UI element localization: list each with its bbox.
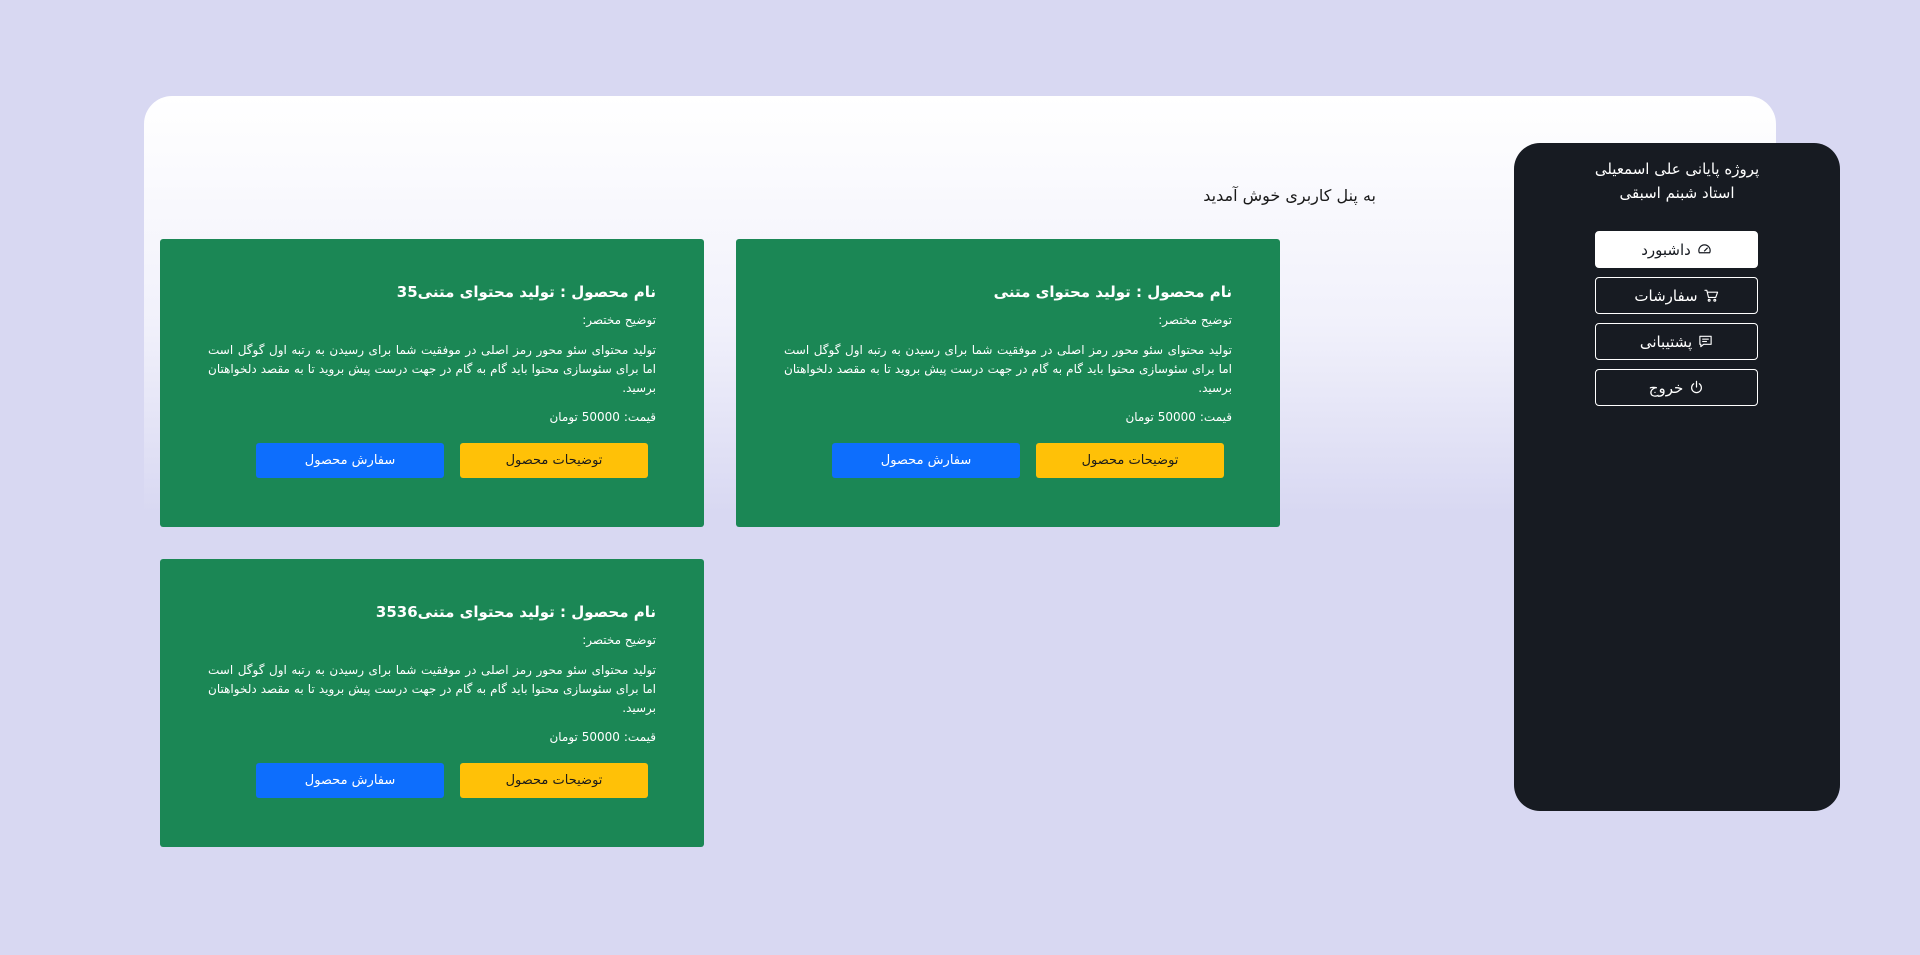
product-details-button[interactable]: توضیحات محصول bbox=[1036, 443, 1224, 478]
instructor-name: استاد شبنم اسبقی bbox=[1619, 184, 1735, 202]
sidebar-item-label: پشتیبانی bbox=[1639, 332, 1693, 351]
product-details-button[interactable]: توضیحات محصول bbox=[460, 763, 648, 798]
chat-icon bbox=[1698, 334, 1713, 349]
sidebar-item-dashboard[interactable]: داشبورد bbox=[1595, 231, 1758, 268]
product-card: نام محصول : تولید محتوای متنی35 توضیح مخ… bbox=[160, 239, 704, 527]
sidebar-item-logout[interactable]: خروج bbox=[1595, 369, 1758, 406]
product-description: تولید محتوای سئو محور رمز اصلی در موفقیت… bbox=[208, 343, 656, 395]
project-title: پروژه پایانی علی اسمعیلی bbox=[1594, 160, 1760, 178]
price-value: 50000 تومان bbox=[549, 410, 620, 424]
order-product-button[interactable]: سفارش محصول bbox=[256, 763, 444, 798]
product-title: نام محصول : تولید محتوای متنی bbox=[993, 283, 1232, 301]
product-subtitle: توضیح مختصر: bbox=[1158, 313, 1232, 327]
power-icon bbox=[1689, 380, 1704, 395]
product-subtitle: توضیح مختصر: bbox=[582, 633, 656, 647]
price-label: قیمت: bbox=[623, 730, 656, 744]
sidebar-item-support[interactable]: پشتیبانی bbox=[1595, 323, 1758, 360]
order-product-button[interactable]: سفارش محصول bbox=[256, 443, 444, 478]
sidebar: پروژه پایانی علی اسمعیلی استاد شبنم اسبق… bbox=[1514, 143, 1840, 811]
product-description: تولید محتوای سئو محور رمز اصلی در موفقیت… bbox=[784, 343, 1232, 395]
product-price: قیمت:50000 تومان bbox=[784, 408, 1232, 426]
product-card: نام محصول : تولید محتوای متنی3536 توضیح … bbox=[160, 559, 704, 847]
product-card: نام محصول : تولید محتوای متنی توضیح مختص… bbox=[736, 239, 1280, 527]
sidebar-item-label: سفارشات bbox=[1634, 286, 1698, 305]
dashboard-icon bbox=[1697, 242, 1712, 257]
price-label: قیمت: bbox=[623, 410, 656, 424]
product-title: نام محصول : تولید محتوای متنی35 bbox=[396, 283, 656, 301]
product-price: قیمت:50000 تومان bbox=[208, 408, 656, 426]
price-value: 50000 تومان bbox=[549, 730, 620, 744]
sidebar-item-orders[interactable]: سفارشات bbox=[1595, 277, 1758, 314]
product-price: قیمت:50000 تومان bbox=[208, 728, 656, 746]
cart-icon bbox=[1704, 288, 1719, 303]
welcome-heading: به پنل کاربری خوش آمدید bbox=[1203, 186, 1376, 205]
product-title: نام محصول : تولید محتوای متنی3536 bbox=[375, 603, 656, 621]
sidebar-item-label: داشبورد bbox=[1641, 240, 1691, 259]
sidebar-header: پروژه پایانی علی اسمعیلی استاد شبنم اسبق… bbox=[1514, 157, 1840, 205]
price-value: 50000 تومان bbox=[1125, 410, 1196, 424]
product-description: تولید محتوای سئو محور رمز اصلی در موفقیت… bbox=[208, 663, 656, 715]
product-details-button[interactable]: توضیحات محصول bbox=[460, 443, 648, 478]
order-product-button[interactable]: سفارش محصول bbox=[832, 443, 1020, 478]
price-label: قیمت: bbox=[1199, 410, 1232, 424]
product-subtitle: توضیح مختصر: bbox=[582, 313, 656, 327]
sidebar-nav: داشبورد سفارشات پشتیبانی خروج bbox=[1595, 231, 1758, 406]
sidebar-item-label: خروج bbox=[1648, 378, 1684, 397]
